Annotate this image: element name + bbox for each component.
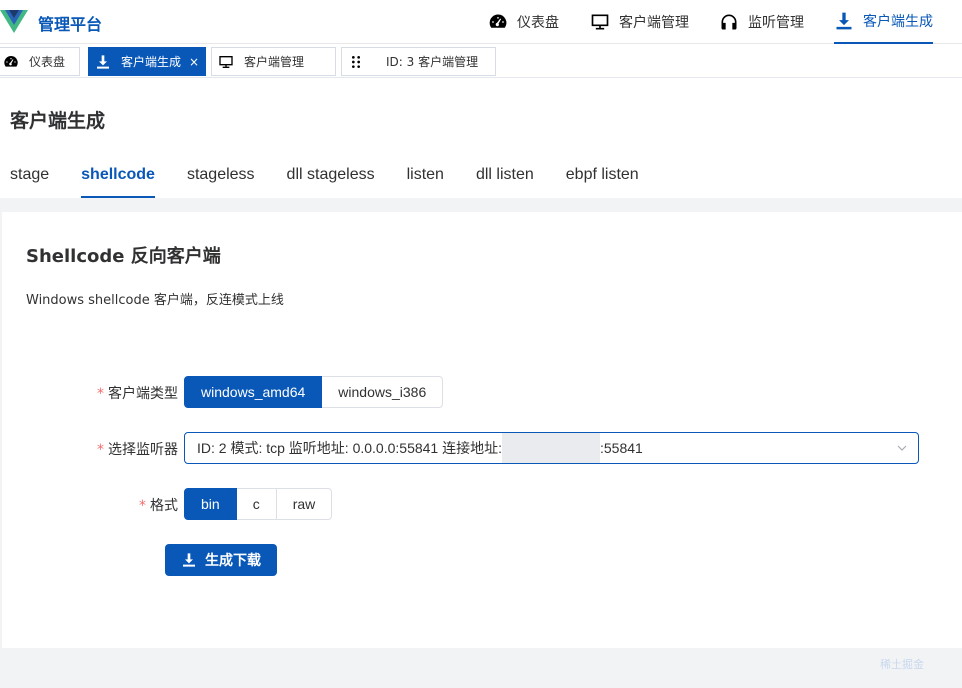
tab-dll-stageless[interactable]: dll stageless [287,166,375,198]
logo-icon [0,10,28,33]
required-mark: * [139,498,146,514]
format-label-text: 格式 [150,498,178,514]
tab-stage[interactable]: stage [10,166,49,198]
download-icon [97,54,109,69]
client-type-label: * 客户端类型 [62,383,178,403]
watermark: 稀土掘金 [880,658,924,671]
card-description: Windows shellcode 客户端，反连模式上线 [26,293,284,308]
monitor-icon [591,14,609,30]
card-title: Shellcode 反向客户端 [26,246,221,267]
listener-value-prefix: ID: 2 模式: tcp 监听地址: 0.0.0.0:55841 连接地址: [197,440,502,456]
redacted-address [502,433,600,463]
top-navbar: 管理平台 仪表盘 客户端管理 监听管理 客户端生成 [0,0,962,44]
tab-client-detail-label: ID: 3 客户端管理 [386,55,479,69]
nav-client-management[interactable]: 客户端管理 [590,0,689,44]
tab-client-generate-label: 客户端生成 [121,55,182,69]
tab-dashboard[interactable]: 仪表盘 [0,47,80,76]
nav-dashboard[interactable]: 仪表盘 [488,0,559,44]
tab-dashboard-label: 仪表盘 [29,55,66,69]
shellcode-card: Shellcode 反向客户端 Windows shellcode 客户端，反连… [2,212,962,648]
tab-client-detail[interactable]: ID: 3 客户端管理 [341,47,496,76]
listener-label-text: 选择监听器 [108,442,178,458]
tab-listen[interactable]: listen [407,166,444,198]
sub-tabs: stage shellcode stageless dll stageless … [10,166,671,198]
format-group: bin c raw [184,488,333,520]
dashboard-icon [489,14,507,28]
format-label: * 格式 [62,495,178,515]
dashboard-icon [4,55,18,67]
listener-select[interactable]: ID: 2 模式: tcp 监听地址: 0.0.0.0:55841 连接地址: … [184,432,919,464]
page-header: 客户端生成 stage shellcode stageless dll stag… [0,78,962,198]
headphones-icon [721,14,737,30]
nav-client-management-label: 客户端管理 [619,15,689,31]
client-type-label-text: 客户端类型 [108,386,178,402]
tab-dll-listen[interactable]: dll listen [476,166,534,198]
format-raw[interactable]: raw [276,488,333,520]
monitor-icon [219,55,233,68]
tab-client-management-label: 客户端管理 [244,55,305,69]
tab-bar: 仪表盘 客户端生成 × 客户端管理 ID: 3 客户端管理 [0,44,962,78]
required-mark: * [97,386,104,402]
nav-listener-management[interactable]: 监听管理 [719,0,804,44]
tab-client-management[interactable]: 客户端管理 [211,47,336,76]
listener-value-suffix: :55841 [600,440,643,456]
page-title: 客户端生成 [10,110,106,132]
nav-dashboard-label: 仪表盘 [517,15,559,31]
required-mark: * [97,442,104,458]
format-c[interactable]: c [236,488,277,520]
tab-stageless[interactable]: stageless [187,166,255,198]
listener-label: * 选择监听器 [62,439,178,459]
download-icon [836,12,852,30]
close-icon[interactable]: × [189,55,199,69]
nav-client-generate[interactable]: 客户端生成 [834,0,933,44]
tab-ebpf-listen[interactable]: ebpf listen [566,166,639,198]
nav-listener-management-label: 监听管理 [748,15,804,31]
grip-icon [352,55,360,68]
download-icon [183,553,195,567]
client-type-group: windows_amd64 windows_i386 [184,376,444,408]
format-bin[interactable]: bin [184,488,237,520]
chevron-down-icon [897,445,907,451]
generate-download-label: 生成下载 [205,553,261,569]
tab-shellcode[interactable]: shellcode [81,166,155,198]
tab-client-generate[interactable]: 客户端生成 × [88,47,206,76]
generate-download-button[interactable]: 生成下载 [165,544,277,576]
client-type-windows-i386[interactable]: windows_i386 [322,376,444,408]
brand-title: 管理平台 [38,15,103,34]
client-type-windows-amd64[interactable]: windows_amd64 [184,376,323,408]
nav-client-generate-label: 客户端生成 [863,14,933,30]
